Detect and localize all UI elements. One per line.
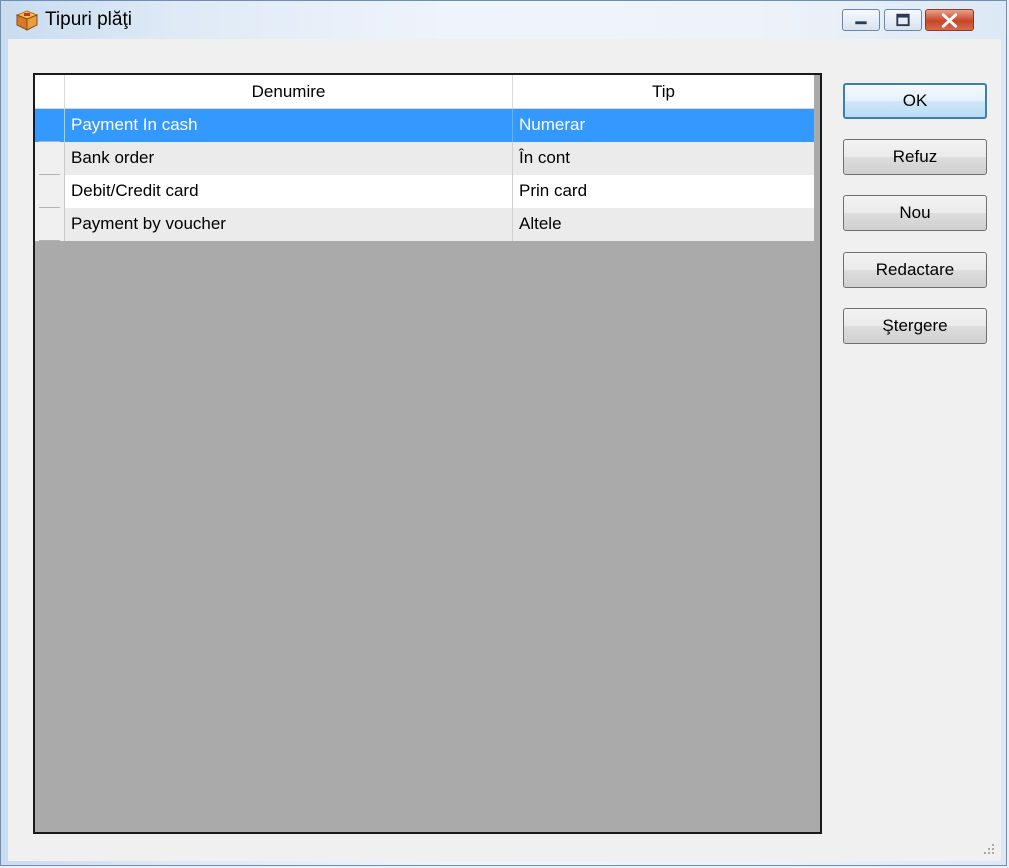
box-icon xyxy=(15,10,39,31)
nou-button[interactable]: Nou xyxy=(843,195,987,231)
close-button[interactable] xyxy=(925,9,974,31)
column-header-tip[interactable]: Tip xyxy=(513,75,814,108)
row-indicator-header xyxy=(35,75,65,108)
row-indicator[interactable] xyxy=(35,142,65,175)
cell-denumire[interactable]: Payment by voucher xyxy=(65,208,513,241)
stergere-button[interactable]: Ştergere xyxy=(843,308,987,344)
cell-denumire[interactable]: Payment In cash xyxy=(65,109,513,142)
cell-denumire[interactable]: Bank order xyxy=(65,142,513,175)
table-row[interactable]: Payment In cash Numerar xyxy=(35,109,814,142)
title-bar[interactable]: Tipuri plăţi xyxy=(1,1,1006,37)
ok-button[interactable]: OK xyxy=(843,83,987,119)
dialog-window: Tipuri plăţi Denumire Tip Payment In cas… xyxy=(0,0,1007,866)
redactare-button[interactable]: Redactare xyxy=(843,252,987,288)
cell-tip[interactable]: Numerar xyxy=(513,109,814,142)
cell-denumire[interactable]: Debit/Credit card xyxy=(65,175,513,208)
refuz-button[interactable]: Refuz xyxy=(843,139,987,175)
cell-tip[interactable]: În cont xyxy=(513,142,814,175)
row-indicator[interactable] xyxy=(35,175,65,208)
table-row[interactable]: Debit/Credit card Prin card xyxy=(35,175,814,208)
close-icon xyxy=(941,13,958,28)
maximize-icon xyxy=(896,13,910,27)
grid-header: Denumire Tip xyxy=(35,75,814,109)
window-title: Tipuri plăţi xyxy=(45,9,132,30)
minimize-icon xyxy=(855,21,867,25)
resize-grip-icon[interactable] xyxy=(983,843,995,855)
table-row[interactable]: Bank order În cont xyxy=(35,142,814,175)
payment-types-grid[interactable]: Denumire Tip Payment In cash Numerar Ban… xyxy=(33,73,822,834)
column-header-denumire[interactable]: Denumire xyxy=(65,75,513,108)
cell-tip[interactable]: Prin card xyxy=(513,175,814,208)
row-indicator[interactable] xyxy=(35,208,65,241)
dialog-body: Denumire Tip Payment In cash Numerar Ban… xyxy=(8,39,1001,861)
row-indicator[interactable] xyxy=(35,109,65,142)
table-row[interactable]: Payment by voucher Altele xyxy=(35,208,814,241)
minimize-button[interactable] xyxy=(842,9,880,31)
maximize-button[interactable] xyxy=(884,9,922,31)
cell-tip[interactable]: Altele xyxy=(513,208,814,241)
